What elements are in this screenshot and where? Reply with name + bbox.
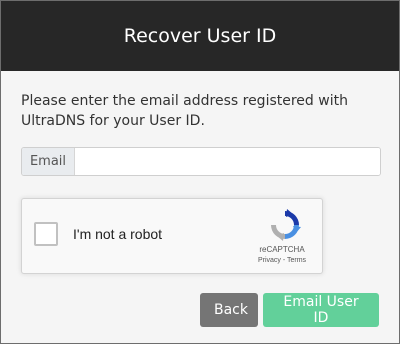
recaptcha-privacy-terms[interactable]: Privacy - Terms [242,257,322,264]
dialog-body: Please enter the email address registere… [1,71,399,274]
email-label: Email [22,148,75,175]
back-button[interactable]: Back [200,293,258,327]
email-user-id-button[interactable]: Email User ID [263,293,379,327]
instructions-text: Please enter the email address registere… [21,93,348,129]
recaptcha-logo-icon [271,209,301,241]
dialog-header: Recover User ID [1,1,399,71]
email-field[interactable] [75,148,380,175]
email-input-group: Email [21,147,381,176]
dialog-title: Recover User ID [123,25,277,47]
recaptcha-label: I'm not a robot [73,226,163,242]
recaptcha-checkbox[interactable] [34,222,58,246]
recaptcha-brand: reCAPTCHA [259,245,305,254]
recover-user-id-dialog: Recover User ID Please enter the email a… [0,0,400,344]
dialog-footer: Back Email User ID [200,293,379,327]
recaptcha-widget: I'm not a robot reCAPTCHA Privacy - Term… [21,198,323,274]
